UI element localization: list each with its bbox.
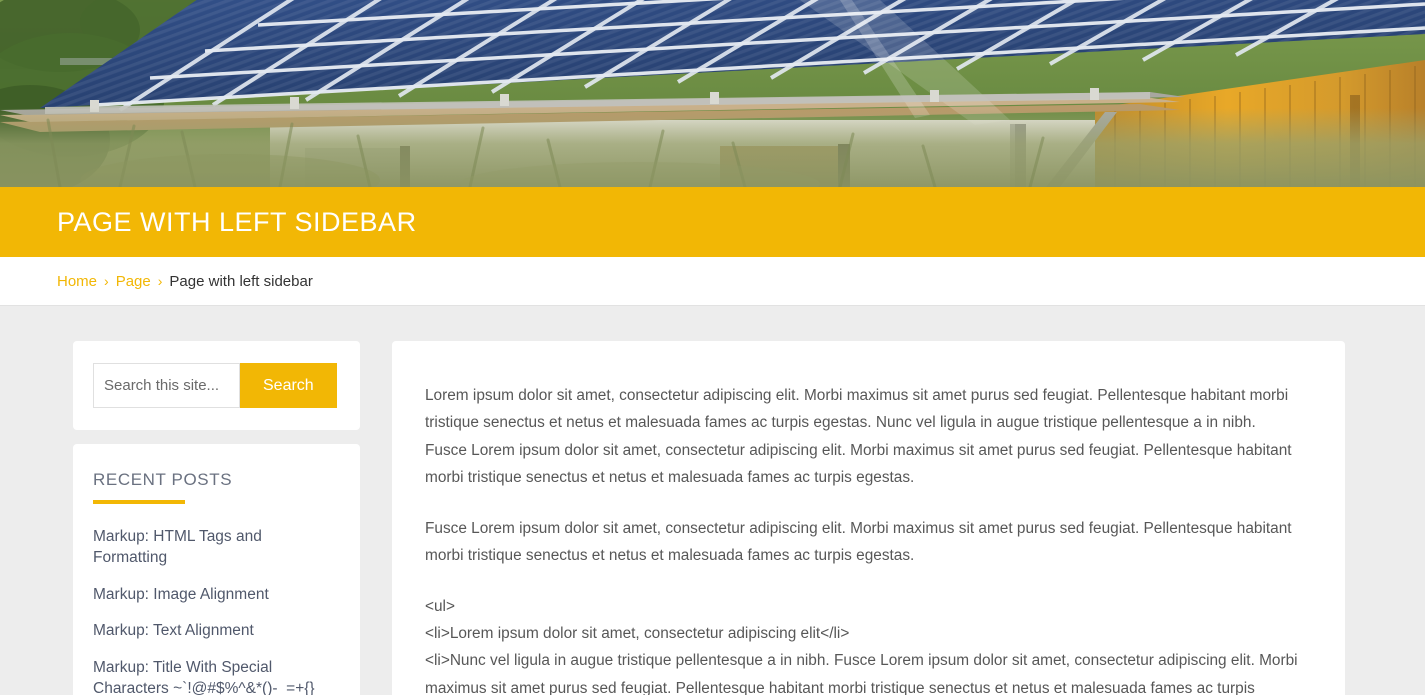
recent-post-link[interactable]: Markup: Text Alignment bbox=[93, 620, 340, 641]
list-item: Markup: HTML Tags and Formatting bbox=[93, 526, 340, 569]
recent-post-link[interactable]: Markup: Title With Special Characters ~`… bbox=[93, 657, 340, 695]
raw-markup-line: <li>Lorem ipsum dolor sit amet, consecte… bbox=[425, 624, 850, 642]
main-content: Lorem ipsum dolor sit amet, consectetur … bbox=[392, 341, 1345, 695]
content-paragraph: Fusce Lorem ipsum dolor sit amet, consec… bbox=[425, 519, 1292, 565]
widget-title-underline bbox=[93, 500, 185, 504]
search-widget: Search bbox=[73, 341, 360, 430]
page-title-bar: Page with left sidebar bbox=[0, 187, 1425, 257]
list-item: Markup: Title With Special Characters ~`… bbox=[93, 657, 340, 695]
breadcrumb-item-home[interactable]: Home bbox=[57, 273, 97, 290]
search-form: Search bbox=[93, 363, 340, 408]
recent-posts-widget: Recent Posts Markup: HTML Tags and Forma… bbox=[73, 444, 360, 695]
recent-posts-title: Recent Posts bbox=[93, 470, 233, 489]
list-item: Markup: Image Alignment bbox=[93, 584, 340, 605]
breadcrumb-item-page[interactable]: Page bbox=[116, 273, 151, 290]
breadcrumb-separator-icon: › bbox=[104, 273, 109, 289]
breadcrumb-current: Page with left sidebar bbox=[169, 272, 313, 290]
search-input[interactable] bbox=[93, 363, 240, 408]
content-card: Lorem ipsum dolor sit amet, consectetur … bbox=[392, 341, 1345, 695]
content-paragraph: Lorem ipsum dolor sit amet, consectetur … bbox=[425, 387, 1292, 487]
list-item: Markup: Text Alignment bbox=[93, 620, 340, 641]
recent-post-link[interactable]: Markup: HTML Tags and Formatting bbox=[93, 526, 340, 569]
solar-panel-photo-icon bbox=[0, 0, 1425, 187]
page-title: Page with left sidebar bbox=[57, 206, 417, 237]
page-layout: Search Recent Posts Markup: HTML Tags an… bbox=[0, 306, 1425, 695]
hero-banner bbox=[0, 0, 1425, 187]
recent-posts-list: Markup: HTML Tags and Formatting Markup:… bbox=[93, 526, 340, 695]
raw-markup-line: <li>Nunc vel ligula in augue tristique p… bbox=[425, 652, 1298, 695]
breadcrumb-separator-icon: › bbox=[157, 273, 163, 289]
left-sidebar: Search Recent Posts Markup: HTML Tags an… bbox=[73, 341, 360, 695]
recent-post-link[interactable]: Markup: Image Alignment bbox=[93, 584, 340, 605]
search-button[interactable]: Search bbox=[240, 363, 337, 408]
raw-markup-line: <ul> bbox=[425, 597, 455, 615]
breadcrumb: Home › Page › Page with left sidebar bbox=[0, 257, 1425, 306]
